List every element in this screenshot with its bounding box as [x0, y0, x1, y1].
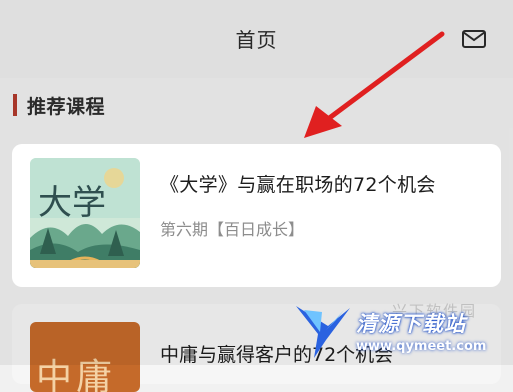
course-card-daxue[interactable]: 大学 《大学》与赢在职场的72个机会 第六期【百日成长】 — [12, 144, 501, 287]
course-title: 《大学》与赢在职场的72个机会 — [160, 174, 436, 196]
course-cover-image: 中庸 — [30, 322, 140, 392]
course-title: 中庸与赢得客户的72个机会 — [160, 344, 394, 366]
course-subtitle: 第六期【百日成长】 — [160, 220, 305, 239]
cover-text: 中庸 — [36, 357, 117, 392]
mail-icon — [462, 30, 486, 48]
mail-button[interactable] — [459, 26, 489, 52]
top-header: 首页 — [0, 0, 513, 78]
section-accent-bar — [13, 94, 17, 116]
recommended-section-header: 推荐课程 — [13, 90, 105, 120]
course-cover-image: 大学 — [30, 158, 140, 268]
cover-text: 大学 — [38, 183, 106, 223]
course-card-zhongyong[interactable]: 中庸 中庸与赢得客户的72个机会 — [12, 304, 501, 392]
page-title: 首页 — [235, 28, 278, 52]
section-title: 推荐课程 — [27, 95, 106, 118]
